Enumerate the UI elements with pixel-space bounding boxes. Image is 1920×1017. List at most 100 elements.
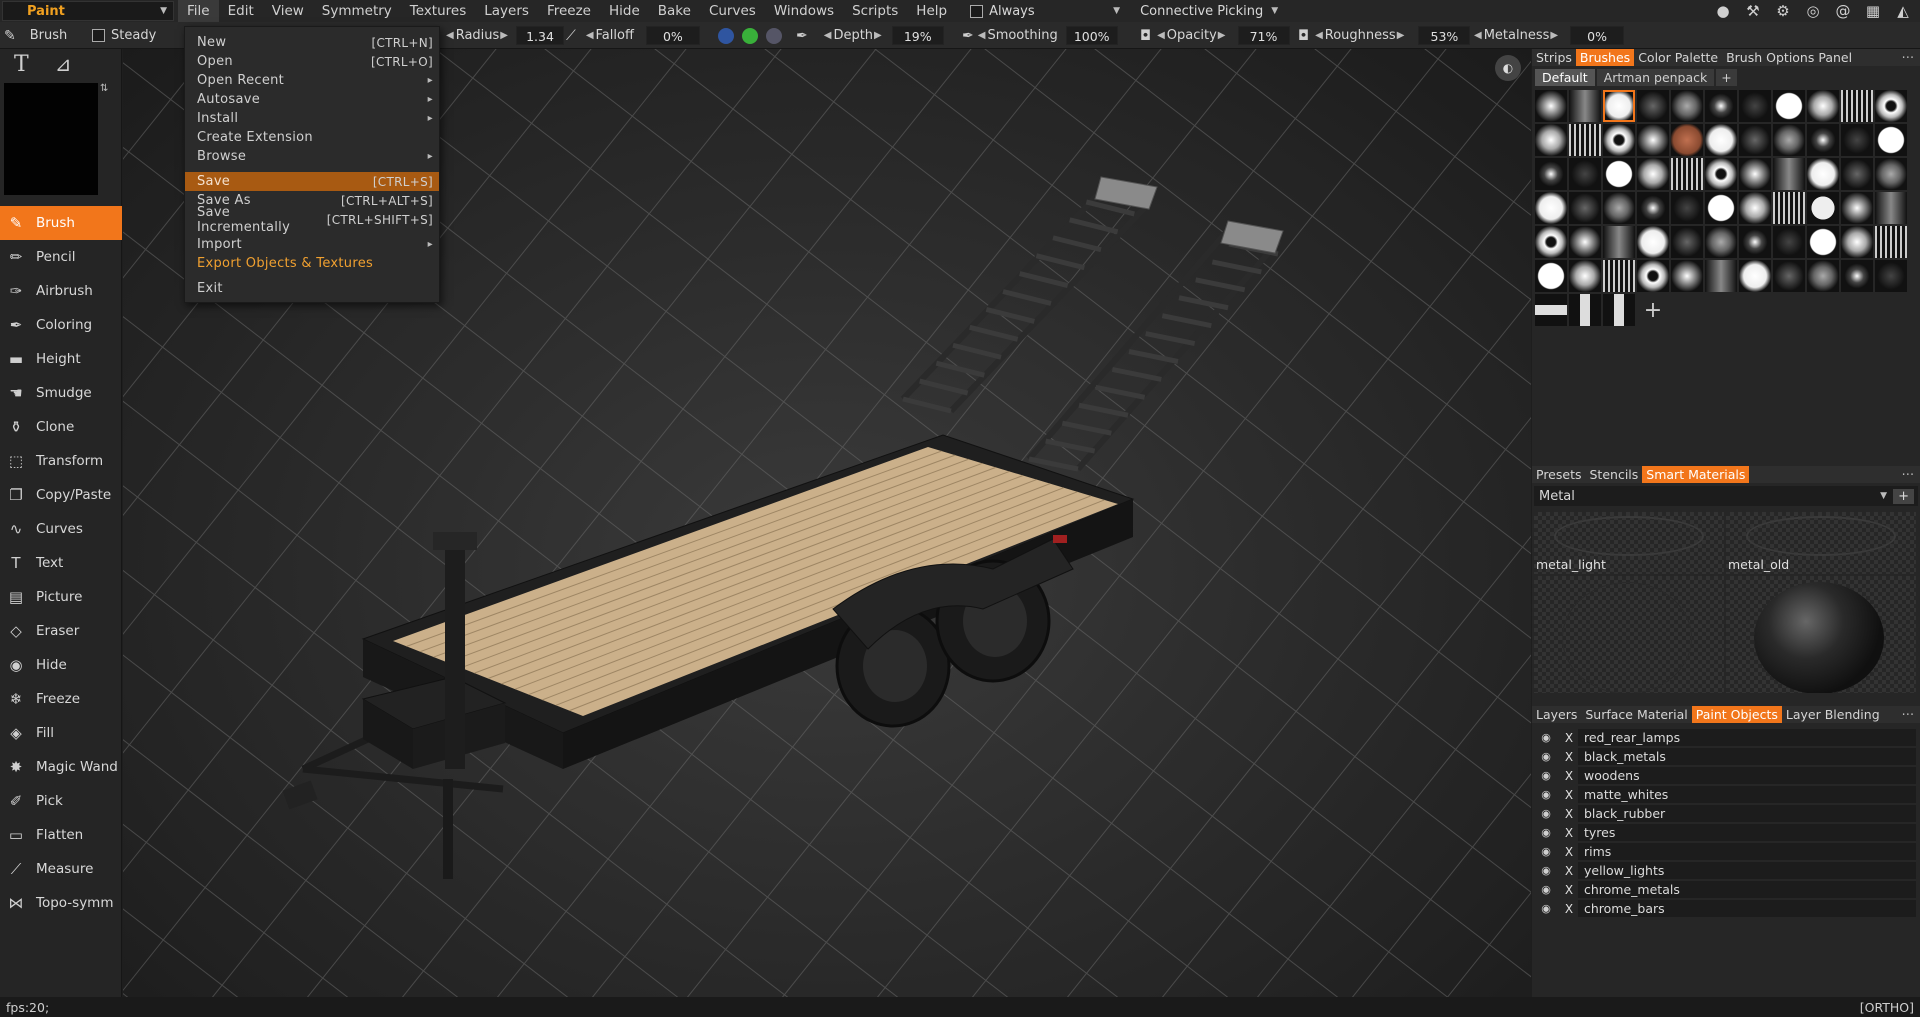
opacity-value[interactable]: 71% xyxy=(1237,26,1290,45)
arrow-left-icon[interactable]: ◀ xyxy=(586,30,594,41)
steady-checkbox[interactable] xyxy=(92,29,105,42)
depth-value[interactable]: 19% xyxy=(891,26,944,45)
metal-ball-icon[interactable] xyxy=(766,27,782,44)
close-icon[interactable]: X xyxy=(1560,807,1578,821)
brush-preset[interactable] xyxy=(1705,226,1737,258)
tab-layers[interactable]: Layers xyxy=(1532,706,1581,723)
falloff-icon[interactable]: ⟋ xyxy=(566,28,576,44)
always-toggle[interactable]: Always ▼ xyxy=(970,4,1120,19)
menu-textures[interactable]: Textures xyxy=(401,0,475,22)
close-icon[interactable]: X xyxy=(1560,731,1578,745)
projection-mode[interactable]: [ORTHO] xyxy=(1860,1000,1914,1015)
brush-preset[interactable] xyxy=(1535,226,1567,258)
close-icon[interactable]: X xyxy=(1560,845,1578,859)
brush-preset[interactable] xyxy=(1705,158,1737,190)
brush-preset[interactable] xyxy=(1773,124,1805,156)
shape-tool-icon[interactable]: ⊿ xyxy=(55,52,72,76)
paint-object-name[interactable]: red_rear_lamps xyxy=(1578,729,1916,746)
brush-preset[interactable] xyxy=(1807,226,1839,258)
brush-preset[interactable] xyxy=(1739,260,1771,292)
eye-icon[interactable]: ◉ xyxy=(1536,826,1556,839)
tool-topo-symm[interactable]: ⋈ Topo-symm xyxy=(0,886,122,920)
menu-layers[interactable]: Layers xyxy=(475,0,538,22)
paint-object-row[interactable]: ◉ Xchrome_metals xyxy=(1532,880,1920,899)
roughness-value[interactable]: 53% xyxy=(1418,26,1471,45)
eye-icon[interactable]: ◉ xyxy=(1536,788,1556,801)
brush-preset[interactable] xyxy=(1671,192,1703,224)
paint-object-row[interactable]: ◉ Xchrome_bars xyxy=(1532,899,1920,918)
spiral-icon[interactable]: @ xyxy=(1832,2,1854,20)
tool-freeze[interactable]: ❄ Freeze xyxy=(0,682,122,716)
brush-preset[interactable] xyxy=(1807,260,1839,292)
file-menu-install[interactable]: Install ▸ xyxy=(185,109,439,128)
tool-pick[interactable]: ✐ Pick xyxy=(0,784,122,818)
brush-preset[interactable] xyxy=(1841,260,1873,292)
more-icon[interactable]: ⋯ xyxy=(1902,706,1915,721)
brush-preset[interactable] xyxy=(1807,158,1839,190)
brush-preset[interactable] xyxy=(1603,90,1635,122)
arrow-left-icon[interactable]: ◀ xyxy=(978,30,986,41)
brush-preset[interactable] xyxy=(1603,294,1635,326)
tool-magic-wand[interactable]: ✸ Magic Wand xyxy=(0,750,122,784)
tab-brushes[interactable]: Brushes xyxy=(1575,49,1635,66)
paint-object-row[interactable]: ◉ Xtyres xyxy=(1532,823,1920,842)
brush-preset[interactable] xyxy=(1535,260,1567,292)
brush-preset[interactable] xyxy=(1603,226,1635,258)
menu-curves[interactable]: Curves xyxy=(700,0,765,22)
menu-view[interactable]: View xyxy=(263,0,313,22)
file-menu-autosave[interactable]: Autosave ▸ xyxy=(185,90,439,109)
room-selector[interactable]: Paint ▼ xyxy=(2,1,174,21)
brush-preset[interactable] xyxy=(1535,124,1567,156)
tool-hide[interactable]: ◉ Hide xyxy=(0,648,122,682)
brush-preset[interactable] xyxy=(1841,226,1873,258)
brush-preset[interactable] xyxy=(1875,90,1907,122)
checker-icon[interactable]: ▦ xyxy=(1862,2,1884,20)
smoothing-control[interactable]: ✒ ◀ Smoothing 100% xyxy=(962,22,1118,49)
mouse-icon[interactable]: ◘ xyxy=(1140,28,1151,44)
brush-preset[interactable] xyxy=(1773,90,1805,122)
brush-preset[interactable] xyxy=(1807,192,1839,224)
close-icon[interactable]: X xyxy=(1560,883,1578,897)
arrow-left-icon[interactable]: ◀ xyxy=(1474,30,1482,41)
paint-object-row[interactable]: ◉ Xrims xyxy=(1532,842,1920,861)
tab-brush-options-panel[interactable]: Brush Options Panel xyxy=(1722,49,1856,66)
tab-presets[interactable]: Presets xyxy=(1532,466,1586,483)
brush-preset[interactable] xyxy=(1705,260,1737,292)
close-icon[interactable]: X xyxy=(1560,864,1578,878)
brush-preset[interactable] xyxy=(1739,192,1771,224)
paint-object-row[interactable]: ◉ Xyellow_lights xyxy=(1532,861,1920,880)
file-menu-create-extension[interactable]: Create Extension xyxy=(185,128,439,147)
brush-preset[interactable] xyxy=(1569,158,1601,190)
brush-preset[interactable] xyxy=(1671,90,1703,122)
paint-object-name[interactable]: chrome_bars xyxy=(1578,900,1916,917)
brush-preset[interactable] xyxy=(1637,260,1669,292)
radius-control[interactable]: ◀ Radius ▶ 1.34 xyxy=(446,22,564,49)
eye-icon[interactable]: ◉ xyxy=(1536,807,1556,820)
brush-preset[interactable] xyxy=(1875,192,1907,224)
metalness-control[interactable]: ◀ Metalness ▶ 0% xyxy=(1474,22,1625,49)
paint-object-name[interactable]: tyres xyxy=(1578,824,1916,841)
tool-fill[interactable]: ◈ Fill xyxy=(0,716,122,750)
eye-icon[interactable]: ◉ xyxy=(1536,902,1556,915)
arrow-left-icon[interactable]: ◀ xyxy=(1157,30,1165,41)
brush-preset[interactable] xyxy=(1603,192,1635,224)
tool-transform[interactable]: ⬚ Transform xyxy=(0,444,122,478)
tab-strips[interactable]: Strips xyxy=(1532,49,1576,66)
brush-preset[interactable] xyxy=(1569,294,1601,326)
wrench-icon[interactable]: ⚒ xyxy=(1742,2,1764,20)
menu-edit[interactable]: Edit xyxy=(219,0,263,22)
tool-flatten[interactable]: ▭ Flatten xyxy=(0,818,122,852)
arrow-right-icon[interactable]: ▶ xyxy=(500,30,508,41)
add-brush-pack-button[interactable]: + xyxy=(1716,68,1737,86)
connective-picking-dropdown[interactable]: Connective Picking ▼ xyxy=(1140,4,1278,19)
brush-preset[interactable] xyxy=(1569,90,1601,122)
tool-height[interactable]: ▬ Height xyxy=(0,342,122,376)
primary-color-swatch[interactable] xyxy=(4,83,98,195)
brush-preset[interactable] xyxy=(1569,226,1601,258)
menu-file[interactable]: File xyxy=(178,0,219,22)
tool-picture[interactable]: ▤ Picture xyxy=(0,580,122,614)
arrow-right-icon[interactable]: ▶ xyxy=(1218,30,1226,41)
brush-preset[interactable] xyxy=(1671,260,1703,292)
brush-preset[interactable] xyxy=(1671,158,1703,190)
file-menu-save[interactable]: Save [CTRL+S] xyxy=(185,172,439,191)
